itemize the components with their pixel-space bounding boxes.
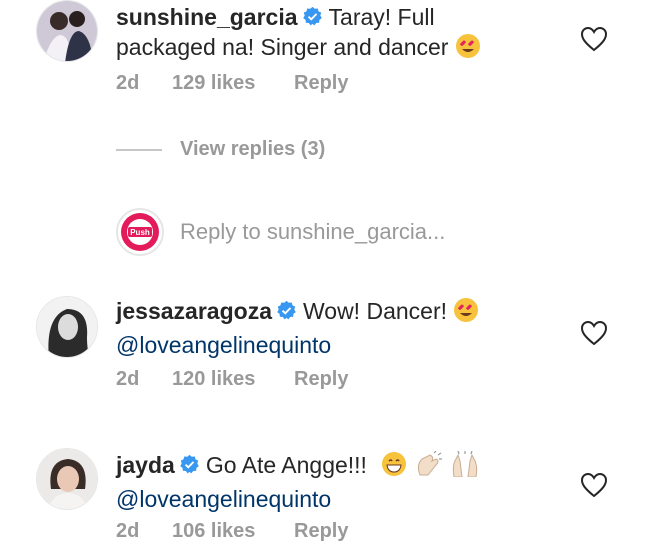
reply-button[interactable]: Reply <box>294 72 348 95</box>
mention-link[interactable]: @loveangelinequinto <box>116 332 331 358</box>
reply-input-row[interactable]: Push Reply to sunshine_garcia... <box>116 208 445 256</box>
avatar[interactable] <box>36 0 98 62</box>
comment-text-block: jessazaragoza Wow! Dancer! @loveangelineq… <box>116 296 536 360</box>
comment-meta: 2d 129 likes Reply <box>116 72 348 95</box>
comment-text-block: sunshine_garcia Taray! Full packaged na! … <box>116 2 536 66</box>
heart-eyes-emoji-icon <box>453 297 479 330</box>
view-replies-label: View replies (3) <box>180 138 326 160</box>
username[interactable]: jayda <box>116 452 175 478</box>
reply-button[interactable]: Reply <box>294 520 348 543</box>
heart-outline-icon[interactable] <box>580 26 608 52</box>
timestamp: 2d <box>116 520 140 542</box>
view-replies-divider <box>116 148 162 151</box>
clapping-hands-emoji-icon <box>414 450 444 484</box>
verified-badge-icon <box>180 454 199 474</box>
comment-meta: 2d 106 likes Reply <box>116 520 348 543</box>
avatar[interactable] <box>36 296 98 358</box>
username[interactable]: sunshine_garcia <box>116 4 298 30</box>
grinning-emoji-icon <box>381 451 407 484</box>
heart-outline-icon[interactable] <box>580 472 608 498</box>
timestamp: 2d <box>116 368 140 390</box>
timestamp: 2d <box>116 72 140 94</box>
verified-badge-icon <box>277 300 296 320</box>
current-user-avatar: Push <box>116 208 164 256</box>
heart-outline-icon[interactable] <box>580 320 608 346</box>
reply-button[interactable]: Reply <box>294 368 348 391</box>
reply-input-placeholder[interactable]: Reply to sunshine_garcia... <box>180 219 445 245</box>
heart-eyes-emoji-icon <box>455 33 481 66</box>
verified-badge-icon <box>302 6 322 26</box>
comment-text-block: jayda Go Ate Angge!!! @loveangelinequinto <box>116 450 536 514</box>
comment-text: Go Ate Angge!!! <box>205 452 367 478</box>
username[interactable]: jessazaragoza <box>116 298 272 324</box>
comment-text: Wow! Dancer! <box>302 298 447 324</box>
likes-count[interactable]: 120 likes <box>172 368 294 391</box>
avatar[interactable] <box>36 448 98 510</box>
mention-link[interactable]: @loveangelinequinto <box>116 486 331 512</box>
likes-count[interactable]: 106 likes <box>172 520 294 543</box>
avatar-logo-text: Push <box>130 228 150 237</box>
view-replies-button[interactable]: View replies (3) <box>116 138 325 161</box>
raising-hands-emoji-icon <box>450 450 480 484</box>
likes-count[interactable]: 129 likes <box>172 72 294 95</box>
comment-meta: 2d 120 likes Reply <box>116 368 348 391</box>
